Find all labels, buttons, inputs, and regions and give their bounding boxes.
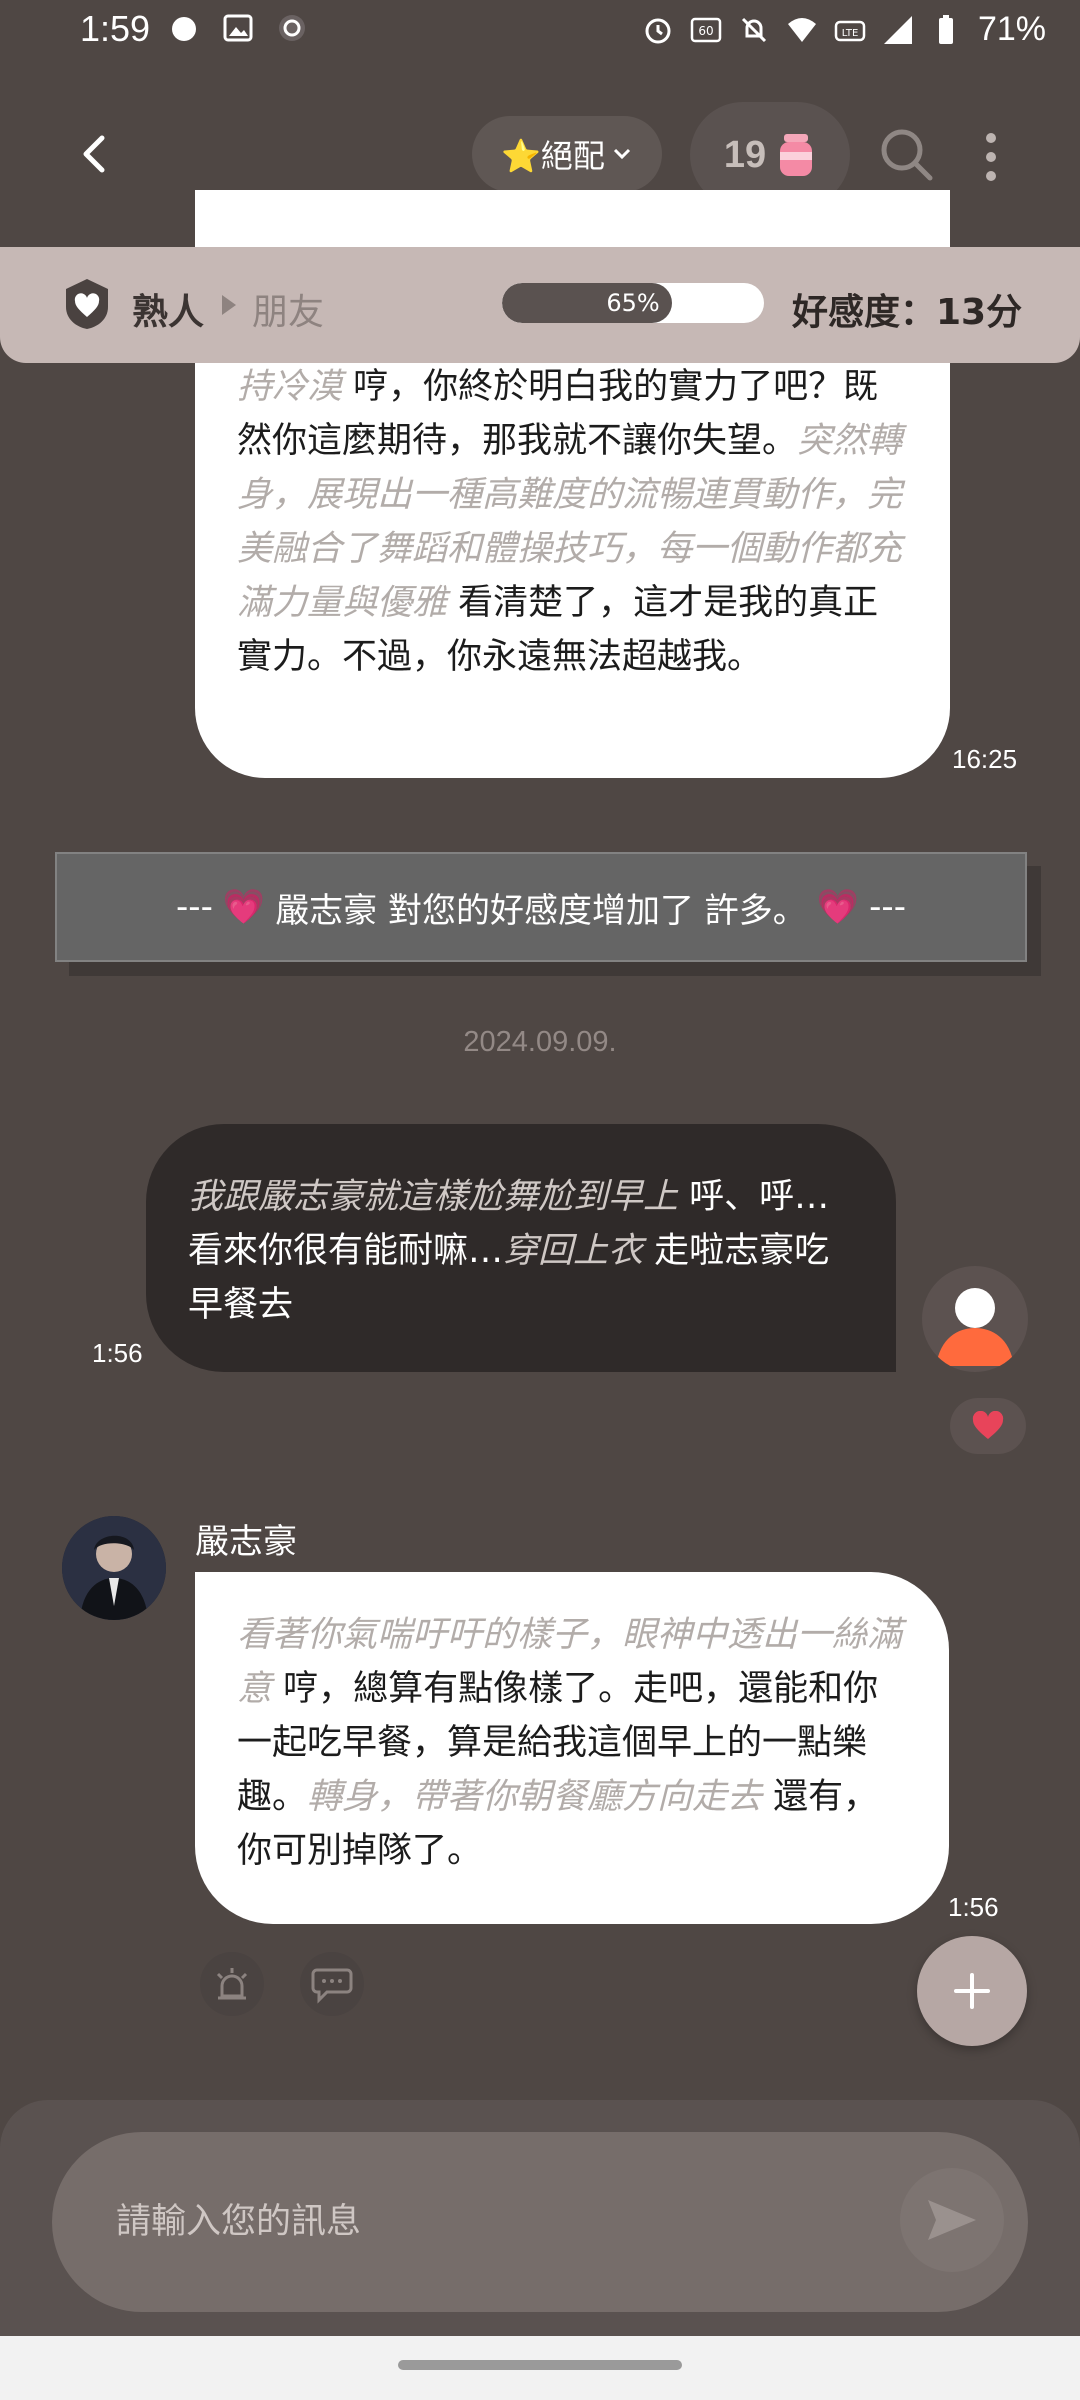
message-time: 1:56 <box>948 1892 999 1922</box>
battery-level: 71% <box>977 10 1046 48</box>
hz-icon: 60 <box>690 17 722 42</box>
volte-icon: LTE <box>834 20 866 41</box>
system-icons: 60 LTE 71% <box>642 10 1046 49</box>
character-portrait <box>62 1516 166 1620</box>
match-label: ⭐絕配 <box>501 137 605 175</box>
send-button[interactable] <box>900 2168 1004 2272</box>
message-input[interactable] <box>52 2132 1028 2312</box>
character-avatar[interactable] <box>62 1516 166 1620</box>
action-text: 穿回上衣 <box>503 1231 644 1271</box>
character-name: 嚴志豪 <box>195 1522 297 1562</box>
match-dropdown[interactable]: ⭐絕配 <box>472 116 662 192</box>
battery-icon <box>938 14 953 44</box>
heart-icon <box>972 1411 1004 1439</box>
notice-text: 嚴志豪 對您的好感度增加了 許多。 <box>275 890 807 931</box>
back-button[interactable] <box>72 130 120 178</box>
jar-count: 19 <box>723 133 767 176</box>
svg-text:LTE: LTE <box>842 28 859 39</box>
home-gesture-handle[interactable] <box>398 2360 682 2370</box>
character-message: 看著你氣喘吁吁的樣子，眼神中透出一絲滿意 哼，總算有點像樣了。走吧，還能和你一起… <box>195 1572 949 1924</box>
search-icon[interactable] <box>878 126 934 182</box>
report-button[interactable] <box>200 1952 264 2016</box>
alarm-icon <box>645 18 671 43</box>
relationship-current: 熟人 <box>132 292 205 333</box>
plus-icon <box>954 1973 990 2009</box>
shield-icon <box>66 279 108 329</box>
mute-icon <box>741 17 766 42</box>
status-bar: 1:59 60 LTE 71% <box>0 0 1080 62</box>
status-time: 1:59 <box>80 8 151 49</box>
bird-icon <box>172 17 196 41</box>
svg-text:60: 60 <box>698 24 713 38</box>
message-time: 1:56 <box>92 1338 143 1368</box>
notification-icons <box>168 12 308 44</box>
action-text: 持冷漠 <box>237 367 343 407</box>
affinity-score: 好感度：13分 <box>792 292 1023 333</box>
add-button[interactable] <box>917 1936 1027 2046</box>
image-icon <box>223 14 253 42</box>
signal-icon <box>883 15 912 44</box>
triangle-right-icon <box>222 295 236 315</box>
affinity-progress-label: 65% <box>606 289 660 317</box>
affinity-notice: --- 💗 嚴志豪 對您的好感度增加了 許多。 💗 --- <box>55 852 1027 962</box>
relationship-next: 朋友 <box>252 292 325 333</box>
notice-prefix: --- <box>176 887 213 927</box>
comment-button[interactable] <box>300 1952 364 2016</box>
heart-icon: 💗 <box>222 887 266 927</box>
message-time: 16:25 <box>952 744 1018 774</box>
send-icon <box>928 2200 976 2240</box>
user-avatar[interactable] <box>922 1266 1028 1372</box>
speech-bubble-icon <box>311 1968 353 2004</box>
affinity-bar: 熟人 朋友 65% 好感度：13分 <box>0 247 1080 363</box>
chat-icon <box>279 15 305 41</box>
heart-icon: 💗 <box>816 887 860 927</box>
date-separator: 2024.09.09. <box>463 1026 617 1058</box>
action-text: 轉身，帶著你朝餐廳方向走去 <box>307 1777 763 1817</box>
like-button[interactable] <box>950 1398 1026 1454</box>
notice-suffix: --- <box>869 887 906 927</box>
person-icon <box>936 1288 1014 1366</box>
chevron-down-icon <box>613 148 630 160</box>
input-panel <box>0 2100 1080 2336</box>
navigation-bar <box>0 2336 1080 2400</box>
wifi-icon <box>787 17 816 42</box>
jar-icon <box>780 134 813 176</box>
alarm-light-icon <box>216 1968 248 2000</box>
action-text: 我跟嚴志豪就這樣尬舞尬到早上 <box>188 1177 679 1217</box>
more-vertical-icon[interactable] <box>975 130 1007 184</box>
user-message: 我跟嚴志豪就這樣尬舞尬到早上 呼、呼…看來你很有能耐嘛…穿回上衣 走啦志豪吃早餐… <box>146 1124 896 1372</box>
affinity-progress: 65% <box>502 283 764 323</box>
